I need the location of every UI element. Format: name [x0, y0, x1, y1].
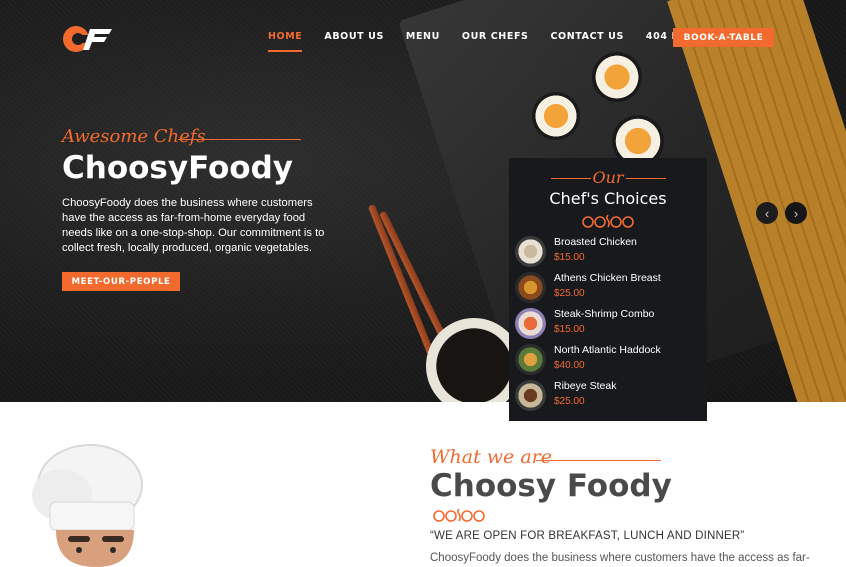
chevron-right-icon[interactable]: ›	[785, 202, 807, 224]
meet-our-people-button[interactable]: MEET-OUR-PEOPLE	[62, 272, 180, 291]
nav-our-chefs[interactable]: OUR CHEFS	[462, 31, 529, 42]
about-script-heading: What we are	[430, 446, 552, 468]
dish-name: Broasted Chicken	[554, 236, 637, 248]
about-title: Choosy Foody	[430, 468, 672, 504]
hero-title: ChoosyFoody	[62, 150, 293, 186]
dish-name: Steak-Shrimp Combo	[554, 308, 655, 320]
nav-menu[interactable]: MENU	[406, 31, 440, 42]
about-description: ChoosyFoody does the business where cust…	[430, 552, 810, 564]
hero-divider	[178, 139, 301, 140]
dish-thumbnail	[515, 236, 546, 267]
swirl-ornament-icon	[582, 214, 634, 228]
hero-section: HOME ABOUT US MENU OUR CHEFS CONTACT US …	[0, 0, 846, 402]
sushi-image	[592, 52, 642, 102]
dish-name: Ribeye Steak	[554, 380, 617, 392]
dish-thumbnail	[515, 380, 546, 411]
hero-script-heading: Awesome Chefs	[62, 126, 206, 147]
dish-thumbnail	[515, 308, 546, 339]
nav-home[interactable]: HOME	[268, 31, 303, 52]
choices-script-heading: Our	[592, 168, 624, 187]
hero-description: ChoosyFoody does the business where cust…	[62, 197, 325, 254]
dish-price: $15.00	[554, 252, 585, 263]
divider	[536, 460, 661, 461]
menu-item[interactable]: Athens Chicken Breast $25.00	[515, 272, 705, 306]
menu-item[interactable]: Ribeye Steak $25.00	[515, 380, 705, 414]
choices-title: Chef's Choices	[549, 189, 667, 208]
menu-item[interactable]: Broasted Chicken $15.00	[515, 236, 705, 270]
chevron-left-icon[interactable]: ‹	[756, 202, 778, 224]
dish-price: $40.00	[554, 360, 585, 371]
dish-name: Athens Chicken Breast	[554, 272, 661, 284]
chef-photo	[32, 444, 143, 567]
divider	[626, 178, 666, 179]
main-nav: HOME ABOUT US MENU OUR CHEFS CONTACT US …	[268, 31, 724, 52]
swirl-ornament-icon	[433, 508, 485, 522]
chefs-choices-panel: Our Chef's Choices Broasted Chicken $15.…	[509, 158, 707, 421]
dish-price: $25.00	[554, 288, 585, 299]
dish-thumbnail	[515, 272, 546, 303]
dish-name: North Atlantic Haddock	[554, 344, 661, 356]
dish-price: $15.00	[554, 324, 585, 335]
dish-thumbnail	[515, 344, 546, 375]
sushi-image	[532, 92, 580, 140]
opening-tagline: “WE ARE OPEN FOR BREAKFAST, LUNCH AND DI…	[430, 530, 745, 542]
menu-item[interactable]: North Atlantic Haddock $40.00	[515, 344, 705, 378]
nav-about-us[interactable]: ABOUT US	[324, 31, 384, 42]
dish-price: $25.00	[554, 396, 585, 407]
menu-item[interactable]: Steak-Shrimp Combo $15.00	[515, 308, 705, 342]
nav-contact-us[interactable]: CONTACT US	[550, 31, 623, 42]
book-a-table-button[interactable]: BOOK-A-TABLE	[673, 28, 774, 47]
brand-logo[interactable]	[62, 24, 114, 54]
